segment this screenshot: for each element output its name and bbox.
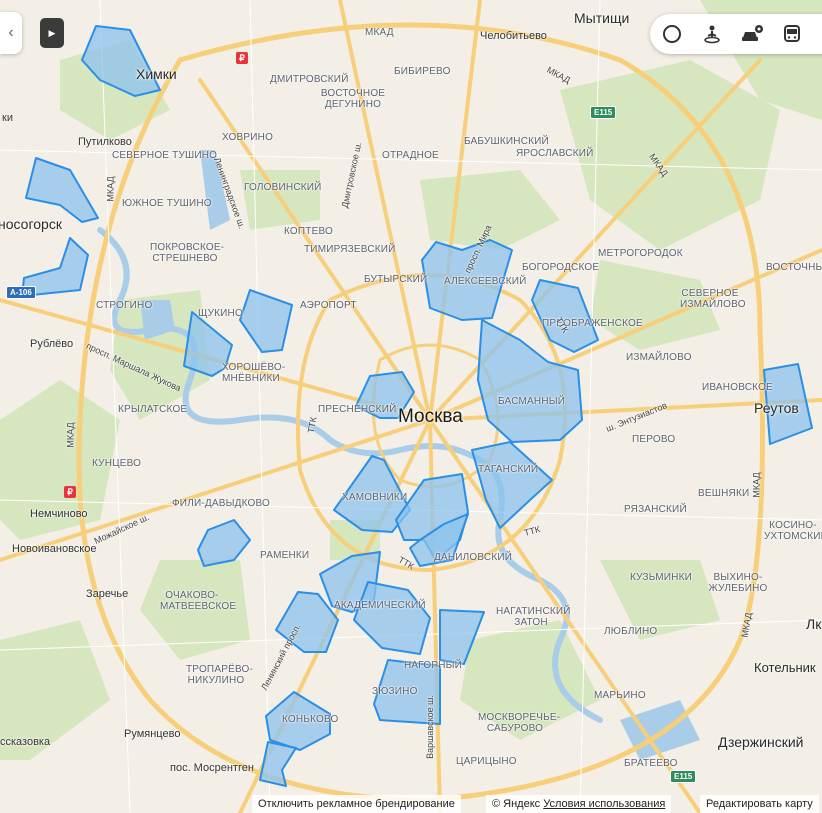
district-label: ПОКРОВСКОЕ-СТРЕШНЕВО xyxy=(150,242,225,264)
town-label: Путилково xyxy=(78,136,132,148)
layers-icon xyxy=(663,25,681,43)
town-label: Челобитьево xyxy=(480,30,547,42)
district-label: БУТЫРСКИЙ xyxy=(364,274,428,285)
traffic-icon xyxy=(742,25,763,41)
district-label: ДАНИЛОВСКИЙ xyxy=(434,552,513,563)
district-label: ТРОПАРЁВО-НИКУЛИНО xyxy=(186,664,253,686)
district-label: МЕТРОГОРОДОК xyxy=(598,248,683,259)
district-label: КУЗЬМИНКИ xyxy=(630,572,693,583)
district-label: ЯРОСЛАВСКИЙ xyxy=(516,148,594,159)
branding-toggle-link[interactable]: Отключить рекламное брендирование xyxy=(252,795,461,813)
road-label: МКАД xyxy=(105,176,116,202)
panorama-icon xyxy=(704,25,720,44)
play-icon: ▶ xyxy=(48,27,56,38)
district-label: ВЫХИНО-ЖУЛЕБИНО xyxy=(708,572,768,594)
transit-icon xyxy=(784,25,800,42)
district-label: НАГАТИНСКИЙ ЗАТОН xyxy=(496,606,571,628)
district-label: РАМЕНКИ xyxy=(260,550,310,561)
district-label: ЗЮЗИНО xyxy=(372,686,418,697)
metro-icon: ₽ xyxy=(236,52,248,64)
city-label: Мытищи xyxy=(574,10,630,26)
traffic-button[interactable] xyxy=(738,20,766,48)
city-label: Котельник xyxy=(754,660,816,675)
district-label: ХОВРИНО xyxy=(222,132,274,143)
terms-link[interactable]: Условия использования xyxy=(543,798,665,810)
district-label: МАРЬИНО xyxy=(594,690,646,701)
road-label: Варшавское ш. xyxy=(424,695,435,759)
district-label: ИВАНОВСКОЕ xyxy=(702,382,773,393)
road-label: МКАД xyxy=(65,422,76,448)
layers-button[interactable] xyxy=(658,20,686,48)
district-label: КУНЦЕВО xyxy=(92,458,142,469)
district-label: ВЕШНЯКИ xyxy=(698,488,750,499)
district-label: КОНЬКОВО xyxy=(282,714,339,725)
district-label: ЛЮБЛИНО xyxy=(604,626,658,637)
district-label: ВОСТОЧНОЕ ДЕГУНИНО xyxy=(320,88,386,110)
route-shield: E115 xyxy=(670,770,697,783)
town-label: Румянцево xyxy=(124,728,181,740)
town-label: Новоивановское xyxy=(12,543,97,555)
district-label: СТРОГИНО xyxy=(96,300,153,311)
district-label: ИЗМАЙЛОВО xyxy=(626,352,692,363)
district-label: ТИМИРЯЗЕВСКИЙ xyxy=(304,244,396,255)
district-label: ВОСТОЧНЫЙ xyxy=(766,262,822,273)
town-label: Немчиново xyxy=(30,508,88,520)
district-label: ПРЕСНЕНСКИЙ xyxy=(318,404,397,415)
city-label: Химки xyxy=(136,66,177,82)
district-label: ДМИТРОВСКИЙ xyxy=(270,74,349,85)
district-label: СЕВЕРНОЕ ТУШИНО xyxy=(112,150,218,161)
district-label: ХОРОШЁВО-МНЁВНИКИ xyxy=(222,362,286,384)
district-label: МОСКВОРЕЧЬЕ-САБУРОВО xyxy=(478,712,561,734)
moscow-label: Москва xyxy=(398,406,463,427)
district-label: ОТРАДНОЕ xyxy=(382,150,439,161)
district-label: АЭРОПОРТ xyxy=(300,300,357,311)
district-label: ЮЖНОЕ ТУШИНО xyxy=(122,198,212,209)
panorama-button[interactable] xyxy=(698,20,726,48)
chevron-left-icon: ‹ xyxy=(8,24,14,41)
town-label: ки xyxy=(2,112,13,124)
copyright-text: © Яндекс xyxy=(492,798,541,810)
district-label: ПЕРОВО xyxy=(632,434,676,445)
route-shield: E115 xyxy=(590,106,617,119)
map-layers-toolbar xyxy=(650,14,822,54)
district-label: ЦАРИЦЫНО xyxy=(456,756,517,767)
town-label: ссказовка xyxy=(0,736,51,748)
district-label: БАБУШКИНСКИЙ xyxy=(464,136,549,147)
district-label: СЕВЕРНОЕ ИЗМАЙЛОВО xyxy=(680,288,746,310)
district-label: БРАТЕЕВО xyxy=(624,758,678,769)
transit-button[interactable] xyxy=(778,20,806,48)
town-label: пос. Мосрентген xyxy=(170,762,254,774)
district-label: РЯЗАНСКИЙ xyxy=(624,504,687,515)
road-label: МКАД xyxy=(751,472,762,498)
district-label: НАГОРНЫЙ xyxy=(404,660,463,671)
city-label: носогорск xyxy=(0,216,62,232)
district-label: БИБИРЕВО xyxy=(394,66,451,77)
edit-map-link[interactable]: Редактировать карту xyxy=(700,795,819,813)
city-label: Дзержинский xyxy=(718,734,804,750)
district-label: КОСИНО-УХТОМСКИЙ xyxy=(764,520,822,542)
town-label: Заречье xyxy=(86,588,129,600)
district-label: ЩУКИНО xyxy=(198,308,243,319)
play-button[interactable]: ▶ xyxy=(40,18,64,48)
route-shield: A-106 xyxy=(6,286,36,299)
town-label: Рублёво xyxy=(30,338,74,350)
district-label: ТАГАНСКИЙ xyxy=(478,464,539,475)
collapse-panel-button[interactable]: ‹ xyxy=(0,12,22,54)
copyright-bar: © Яндекс Условия использования xyxy=(486,795,672,813)
district-label: КРЫЛАТСКОЕ xyxy=(118,404,188,415)
district-label: АЛЕКСЕЕВСКИЙ xyxy=(444,276,527,287)
district-label: БАСМАННЫЙ xyxy=(498,396,566,407)
city-label: Реутов xyxy=(754,400,799,416)
metro-icon: ₽ xyxy=(64,486,76,498)
district-label: ХАМОВНИКИ xyxy=(342,492,408,503)
district-label: ГОЛОВИНСКИЙ xyxy=(244,182,322,193)
city-label: Лк xyxy=(806,616,822,632)
district-label: КОПТЕВО xyxy=(284,226,333,237)
district-label: БОГОРОДСКОЕ xyxy=(522,262,600,273)
district-label: АКАДЕМИЧЕСКИЙ xyxy=(334,600,426,611)
district-label: ОЧАКОВО-МАТВЕЕВСКОЕ xyxy=(160,590,237,612)
district-label: МКАД xyxy=(365,27,394,38)
district-label: ФИЛИ-ДАВЫДКОВО xyxy=(172,498,271,509)
